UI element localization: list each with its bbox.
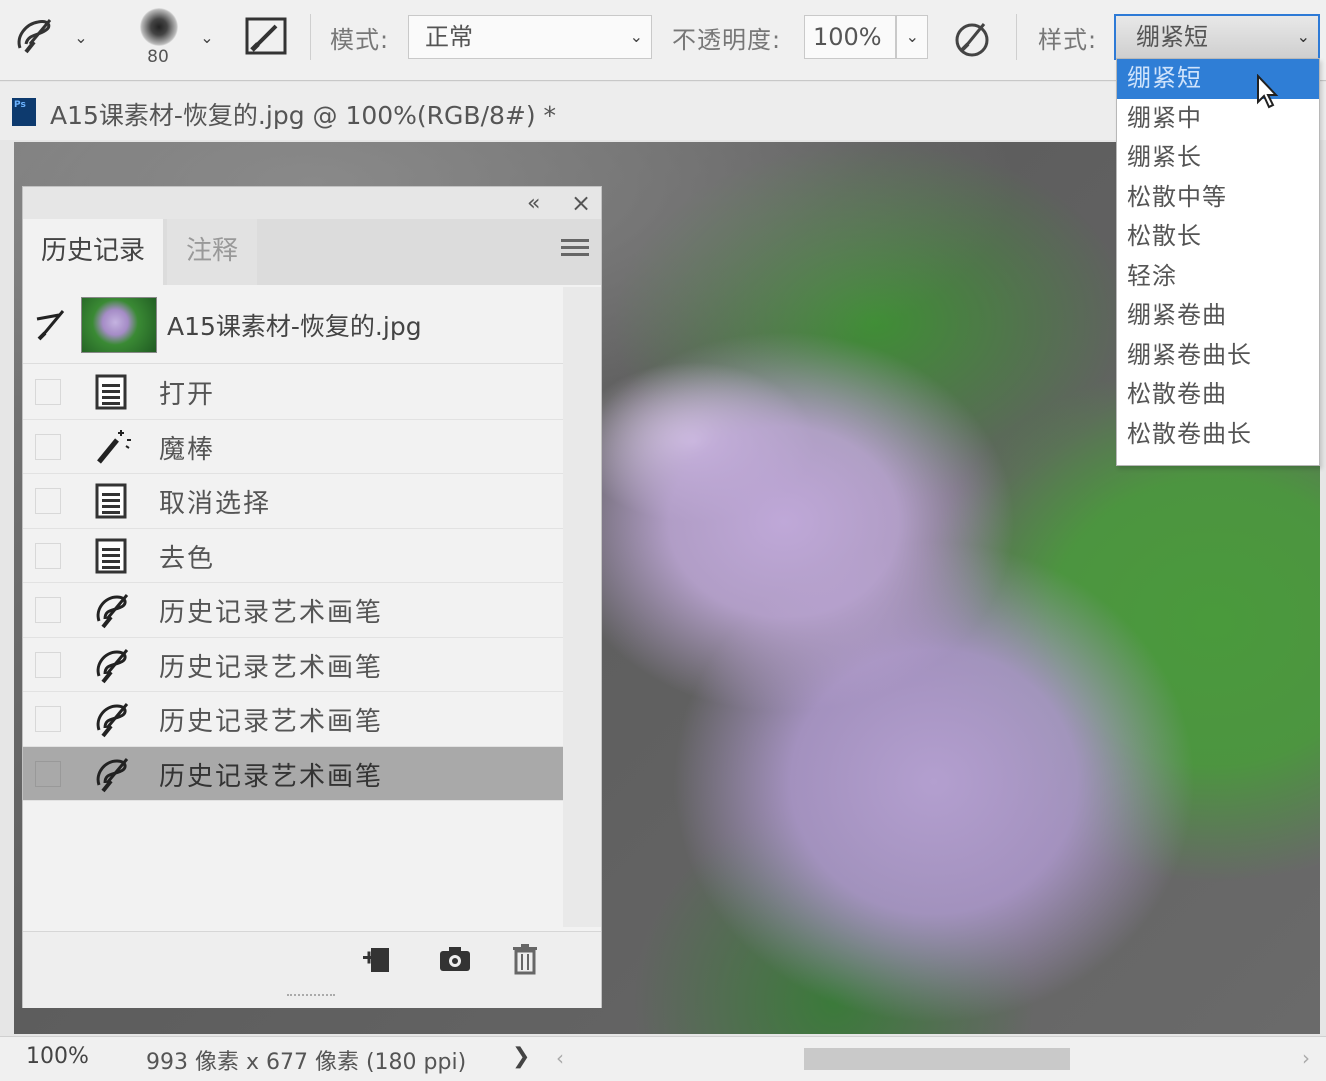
history-source-checkbox[interactable] (35, 433, 61, 460)
panel-footer (23, 931, 601, 1008)
panel-menu-icon[interactable] (561, 237, 589, 257)
chevron-down-icon: ⌄ (1296, 27, 1310, 46)
art-history-brush-icon (96, 594, 129, 629)
panel-resize-grip[interactable] (287, 994, 335, 1002)
separator (310, 14, 311, 60)
history-snapshot[interactable]: A15课素材-恢复的.jpg (23, 287, 563, 364)
opacity-value: 100% (813, 23, 882, 51)
pressure-opacity-icon[interactable] (950, 16, 994, 60)
zoom-level[interactable]: 100% (26, 1044, 89, 1069)
history-state-label: 历史记录艺术画笔 (159, 652, 384, 683)
opacity-dropdown-button[interactable]: ⌄ (896, 15, 928, 59)
dropdown-option[interactable]: 绷紧长 (1117, 138, 1319, 178)
mode-select[interactable]: 正常 ⌄ (408, 15, 652, 59)
history-state-label: 历史记录艺术画笔 (159, 707, 384, 737)
scroll-right-icon[interactable]: › (1302, 1046, 1310, 1070)
opacity-label: 不透明度: (672, 26, 782, 54)
status-menu-arrow-icon[interactable]: ❯ (512, 1044, 530, 1069)
history-source-checkbox[interactable] (35, 706, 61, 732)
dropdown-option[interactable]: 松散中等 (1117, 178, 1319, 218)
magic-wand-icon (97, 429, 131, 464)
art-history-brush-tool-icon[interactable] (12, 14, 56, 58)
history-state-label: 魔棒 (159, 434, 216, 465)
history-state-row[interactable]: 打开 (23, 365, 563, 420)
art-history-brush-icon (96, 757, 129, 792)
history-state-row[interactable]: 历史记录艺术画笔 (23, 583, 563, 638)
trash-icon[interactable] (507, 942, 543, 976)
history-panel: « × 历史记录 注释 A15课素材-恢复的.jpg 打开 魔棒 取消选择 去色… (22, 186, 602, 1008)
style-label: 样式: (1038, 26, 1098, 54)
separator (1016, 14, 1017, 60)
camera-snapshot-icon[interactable] (437, 942, 473, 976)
collapse-panel-icon[interactable]: « (527, 191, 540, 216)
brush-size: 80 (147, 47, 169, 67)
dropdown-option[interactable]: 绷紧卷曲长 (1117, 336, 1319, 376)
snapshot-label: A15课素材-恢复的.jpg (167, 312, 422, 341)
brush-preview-icon[interactable] (140, 8, 178, 46)
style-value: 绷紧短 (1136, 23, 1208, 51)
history-state-label: 打开 (159, 380, 216, 410)
style-select[interactable]: 绷紧短 ⌄ (1114, 14, 1320, 60)
mode-label: 模式: (330, 26, 390, 54)
history-source-brush-icon[interactable] (33, 307, 67, 341)
scroll-left-icon[interactable]: ‹ (556, 1046, 564, 1070)
dropdown-option[interactable]: 松散卷曲长 (1117, 415, 1319, 455)
history-source-checkbox[interactable] (35, 597, 61, 623)
document-info: 993 像素 x 677 像素 (180 ppi) (146, 1050, 467, 1075)
history-source-checkbox[interactable] (35, 488, 61, 514)
dropdown-option[interactable]: 松散长 (1117, 217, 1319, 257)
history-state-label: 历史记录艺术画笔 (159, 598, 384, 628)
dropdown-option[interactable]: 绷紧卷曲 (1117, 296, 1319, 336)
art-history-brush-icon (96, 648, 129, 683)
history-state-row[interactable]: 历史记录艺术画笔 (23, 692, 563, 747)
document-icon (95, 483, 127, 519)
brush-settings-panel-icon[interactable] (244, 16, 288, 56)
brush-picker-chevron-down-icon[interactable]: ⌄ (196, 27, 218, 49)
art-history-brush-icon (96, 703, 129, 738)
history-state-label: 取消选择 (159, 489, 272, 519)
mode-value: 正常 (425, 23, 473, 51)
history-state-row[interactable]: 取消选择 (23, 474, 563, 529)
snapshot-thumbnail (81, 297, 157, 353)
panel-title-bar[interactable] (23, 187, 601, 219)
tab-notes[interactable]: 注释 (167, 219, 257, 285)
history-scrollbar[interactable] (563, 287, 601, 927)
panel-tabs: 历史记录 注释 (23, 219, 601, 285)
history-states-list: 打开 魔棒 取消选择 去色 历史记录艺术画笔 历史记录艺术画笔 历史记录艺术画笔… (23, 365, 563, 801)
history-source-checkbox[interactable] (35, 379, 61, 405)
photoshop-file-icon: Ps (12, 98, 36, 126)
mouse-pointer-icon (1257, 74, 1279, 109)
horizontal-scrollbar-thumb[interactable] (804, 1048, 1070, 1070)
history-source-checkbox[interactable] (35, 542, 61, 569)
document-icon (95, 538, 127, 573)
dropdown-option-highlighted[interactable]: 绷紧短 (1117, 59, 1319, 99)
history-state-row[interactable]: 去色 (23, 529, 563, 583)
chevron-down-icon: ⌄ (629, 27, 643, 46)
style-dropdown-list: 绷紧短 绷紧中 绷紧长 松散中等 松散长 轻涂 绷紧卷曲 绷紧卷曲长 松散卷曲 … (1116, 58, 1320, 466)
document-tab[interactable]: A15课素材-恢复的.jpg @ 100%(RGB/8#) * (50, 96, 556, 132)
opacity-input[interactable]: 100% (804, 15, 896, 59)
dropdown-option[interactable]: 松散卷曲 (1117, 375, 1319, 415)
history-state-label: 去色 (159, 543, 216, 574)
chevron-down-icon: ⌄ (905, 27, 919, 46)
history-state-row[interactable]: 魔棒 (23, 420, 563, 474)
dropdown-option[interactable]: 轻涂 (1117, 257, 1319, 297)
close-icon[interactable]: × (571, 189, 591, 217)
history-state-row[interactable]: 历史记录艺术画笔 (23, 638, 563, 692)
tab-history[interactable]: 历史记录 (23, 219, 163, 285)
dropdown-option[interactable]: 绷紧中 (1117, 99, 1319, 139)
document-icon (95, 374, 127, 410)
history-source-checkbox[interactable] (35, 651, 61, 678)
history-state-row-selected[interactable]: 历史记录艺术画笔 (23, 746, 563, 801)
history-state-label: 历史记录艺术画笔 (159, 761, 384, 792)
history-source-checkbox[interactable] (35, 760, 61, 787)
new-document-from-state-icon[interactable] (359, 942, 395, 976)
tool-preset-chevron-down-icon[interactable]: ⌄ (70, 27, 92, 49)
